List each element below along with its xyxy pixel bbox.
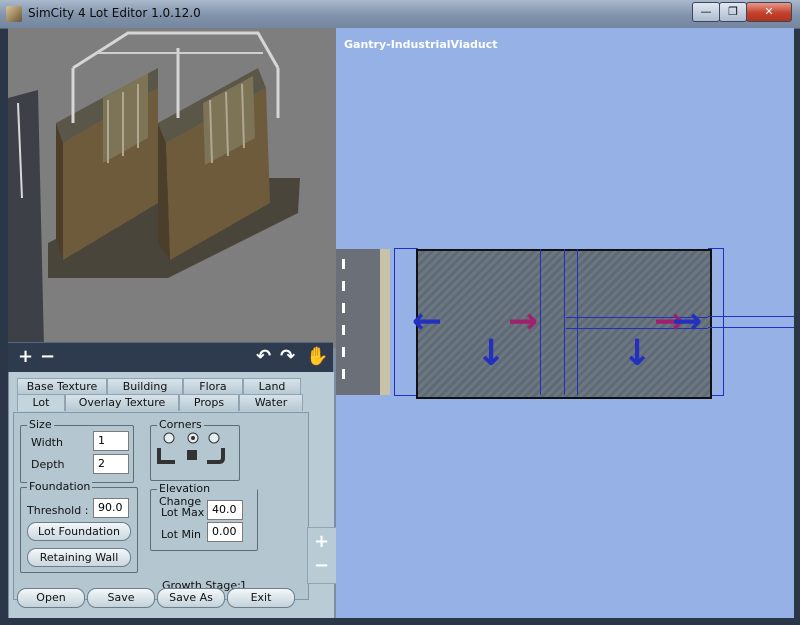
app-window: SimCity 4 Lot Editor 1.0.12.0 — ❐ ✕ + − … [0,0,800,625]
maximize-button[interactable]: ❐ [719,2,747,22]
road-tile [336,249,390,395]
save-as-button[interactable]: Save As [157,588,225,608]
app-icon [6,6,22,22]
title-bar[interactable]: SimCity 4 Lot Editor 1.0.12.0 — ❐ ✕ [0,0,800,29]
canvas-zoom-out-icon[interactable]: − [314,556,329,576]
lot-min-field[interactable]: 0.00 [207,522,243,542]
zoom-in-icon[interactable]: + [18,347,33,367]
lot-foundation-button[interactable]: Lot Foundation [27,522,131,541]
road-lane-marking [342,259,345,389]
elevation-change-group: Elevation Change Lot Max 40.0 Lot Min 0.… [150,482,258,551]
retaining-wall-button[interactable]: Retaining Wall [27,548,131,567]
rotate-right-icon[interactable]: ↷ [280,347,295,367]
close-button[interactable]: ✕ [746,2,792,22]
rotate-left-icon[interactable]: ↶ [256,347,271,367]
pan-hand-icon[interactable]: ✋ [306,347,328,367]
open-button[interactable]: Open [17,588,85,608]
east-arrow-magenta-icon: → [508,301,539,342]
canvas-zoom-control: + − [307,527,337,584]
exit-button[interactable]: Exit [227,588,295,608]
lot-max-label: Lot Max [161,506,205,519]
size-group: Size Width 1 Depth 2 [20,418,134,483]
preview-toolbar: + − ↶ ↷ ✋ [8,342,333,373]
foundation-group-label: Foundation [27,480,93,493]
path-extension-lines [708,316,794,328]
tab-land[interactable]: Land [243,378,301,395]
grid-line [540,249,541,395]
depth-field[interactable]: 2 [93,454,129,474]
properties-panel: Base Texture Building Flora Land Lot Ove… [8,372,334,618]
minimize-button[interactable]: — [692,2,720,22]
tab-overlay-texture[interactable]: Overlay Texture [65,394,179,411]
south-arrow-icon: ↓ [622,333,653,374]
foundation-group: Foundation Threshold : 90.0 Lot Foundati… [20,480,138,573]
3d-preview-viewport[interactable] [8,28,336,348]
tab-lot[interactable]: Lot [17,394,65,411]
lot-min-label: Lot Min [161,528,201,541]
threshold-field[interactable]: 90.0 [93,498,129,518]
size-group-label: Size [27,418,54,431]
road-sidewalk [380,249,390,395]
corner-options-icon[interactable] [151,428,239,478]
corners-group: Corners [150,418,240,481]
tab-props[interactable]: Props [179,394,239,411]
west-arrow-icon: ← [412,301,443,342]
zoom-out-icon[interactable]: − [40,347,55,367]
east-arrow-icon: → [672,301,703,342]
threshold-label: Threshold : [27,504,89,517]
depth-label: Depth [31,458,65,471]
width-field[interactable]: 1 [93,431,129,451]
lot-max-field[interactable]: 40.0 [207,500,243,520]
window-title: SimCity 4 Lot Editor 1.0.12.0 [28,6,201,20]
lot-name-label: Gantry-IndustrialViaduct [344,38,498,51]
south-arrow-icon: ↓ [476,333,507,374]
window-bottom-border [0,618,800,625]
save-button[interactable]: Save [87,588,155,608]
tab-flora[interactable]: Flora [183,378,243,395]
canvas-zoom-in-icon[interactable]: + [314,532,329,552]
width-label: Width [31,436,63,449]
lot-editing-canvas[interactable]: Gantry-IndustrialViaduct ← → ↓ ↓ → → [336,28,794,618]
tab-water[interactable]: Water [239,394,303,411]
tab-building[interactable]: Building [107,378,183,395]
building-preview-image [8,28,336,348]
tab-base-texture[interactable]: Base Texture [17,378,107,395]
lot-tab-content: Size Width 1 Depth 2 Corners Foundation … [13,412,309,600]
